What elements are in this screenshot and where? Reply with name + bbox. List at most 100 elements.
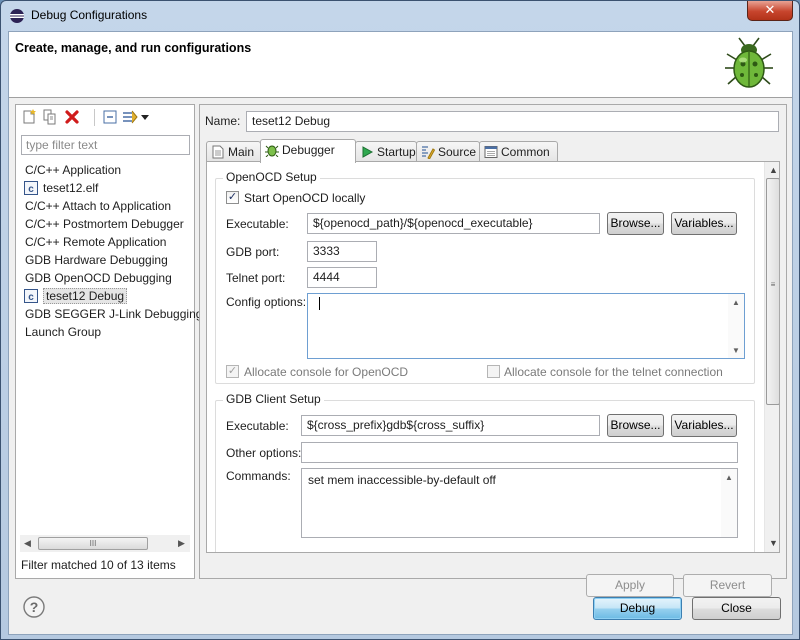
duplicate-icon[interactable] [42,109,58,125]
configuration-tree: C/C++ Application c teset12.elf C/C++ At… [20,161,202,341]
tab-label: Main [228,145,255,159]
c-file-icon: c [24,181,38,195]
eclipse-icon [10,9,24,23]
tab-label: Source [438,145,477,159]
svg-text:c: c [28,292,34,303]
scroll-thumb[interactable]: III [38,537,148,550]
tree-horizontal-scrollbar[interactable]: ◀ III ▶ [20,535,190,552]
scroll-up-icon[interactable]: ▲ [725,473,733,482]
tree-item-cpp-application[interactable]: C/C++ Application [20,161,192,179]
debug-button[interactable]: Debug [593,597,682,620]
revert-button[interactable]: Revert [683,574,772,597]
scroll-up-icon[interactable]: ▲ [732,298,740,307]
commands-value: set mem inaccessible-by-default off [308,473,496,487]
apply-button[interactable]: Apply [586,574,674,597]
text-cursor [319,297,320,310]
commands-textarea[interactable]: set mem inaccessible-by-default off ▲ [301,468,738,538]
tab-common[interactable]: Common [479,141,558,162]
tree-item-label: C/C++ Postmortem Debugger [25,217,184,231]
tree-item-label: teset12.elf [43,181,99,195]
gdb-executable-input[interactable]: ${cross_prefix}gdb${cross_suffix} [301,415,600,436]
tab-source[interactable]: Source [416,141,480,162]
tab-vertical-scrollbar[interactable]: ▲ ≡ ▼ [764,162,779,552]
chevron-down-icon[interactable] [140,109,150,125]
config-options-scrollbar[interactable]: ▲ ▼ [728,294,744,358]
openocd-executable-input[interactable]: ${openocd_path}/${openocd_executable} [307,213,600,234]
commands-scrollbar[interactable]: ▲ [721,469,737,537]
tree-item-cpp-remote[interactable]: C/C++ Remote Application [20,233,192,251]
tree-item-label: teset12 Debug [43,288,128,304]
allocate-telnet-checkbox[interactable] [487,365,500,378]
other-options-label: Other options: [226,446,302,460]
tree-item-label: C/C++ Attach to Application [25,199,172,213]
help-icon[interactable]: ? [23,596,45,618]
tab-startup[interactable]: Startup [355,141,417,162]
tab-main[interactable]: Main [206,141,261,162]
filter-configurations-icon[interactable] [122,109,138,125]
filter-input[interactable] [21,135,190,155]
delete-icon[interactable] [64,109,80,125]
window-close-button[interactable]: ✕ [747,1,793,21]
gdb-port-label: GDB port: [226,245,280,259]
scroll-down-icon[interactable]: ▼ [732,346,740,355]
title-bar[interactable]: Debug Configurations ✕ [1,1,799,31]
gdb-variables-button[interactable]: Variables... [671,414,737,437]
telnet-port-label: Telnet port: [226,271,286,285]
tree-item-cpp-attach[interactable]: C/C++ Attach to Application [20,197,192,215]
allocate-console-label: Allocate console for OpenOCD [244,365,409,379]
main-tab-icon [212,145,224,159]
tree-item-label: C/C++ Application [25,163,122,177]
debugger-tab-icon [265,145,279,157]
tab-label: Startup [377,145,416,159]
tab-debugger[interactable]: Debugger [260,139,356,163]
svg-text:c: c [28,184,34,195]
scroll-right-icon[interactable]: ▶ [178,538,185,549]
new-configuration-icon[interactable] [21,109,37,125]
group-title: GDB Client Setup [223,392,324,406]
configuration-editor: Name: teset12 Debug Main Debugger Startu… [199,104,787,597]
openocd-setup-group: OpenOCD Setup ✓ Start OpenOCD locally Ex… [215,170,755,384]
allocate-console-checkbox[interactable]: ✓ [226,365,239,378]
tree-item-launch-group[interactable]: Launch Group [20,323,192,341]
name-input[interactable]: teset12 Debug [246,111,779,132]
tree-item-teset12-debug[interactable]: c teset12 Debug [20,287,192,305]
tree-item-cpp-postmortem[interactable]: C/C++ Postmortem Debugger [20,215,192,233]
tab-label: Debugger [282,143,335,157]
scroll-down-icon[interactable]: ▼ [769,538,778,548]
openocd-variables-button[interactable]: Variables... [671,212,737,235]
openocd-browse-button[interactable]: Browse... [607,212,664,235]
configuration-tree-panel: C/C++ Application c teset12.elf C/C++ At… [15,104,202,579]
config-options-textarea[interactable]: ▲ ▼ [307,293,745,359]
scroll-left-icon[interactable]: ◀ [24,538,31,549]
gdb-executable-label: Executable: [226,419,289,433]
tree-item-gdb-segger[interactable]: GDB SEGGER J-Link Debugging [20,305,202,323]
help-glyph: ? [30,599,39,615]
telnet-port-input[interactable]: 4444 [307,267,377,288]
tree-toolbar [16,105,194,131]
collapse-all-icon[interactable] [102,109,118,125]
scroll-thumb[interactable]: ≡ [766,178,779,405]
tree-item-teset12-elf[interactable]: c teset12.elf [20,179,192,197]
config-options-label: Config options: [226,295,307,309]
tree-item-gdb-openocd[interactable]: GDB OpenOCD Debugging [20,269,192,287]
tree-item-label: GDB SEGGER J-Link Debugging [25,307,203,321]
start-openocd-checkbox[interactable]: ✓ [226,191,239,204]
start-openocd-label: Start OpenOCD locally [244,191,366,205]
tab-label: Common [501,145,550,159]
other-options-input[interactable] [301,442,738,463]
dialog-client: Create, manage, and run configurations t… [8,31,793,635]
tree-item-gdb-hardware[interactable]: GDB Hardware Debugging [20,251,192,269]
gdb-port-input[interactable]: 3333 [307,241,377,262]
gdb-browse-button[interactable]: Browse... [607,414,664,437]
group-title: OpenOCD Setup [223,170,320,184]
source-tab-icon [422,146,435,159]
scroll-up-icon[interactable]: ▲ [769,165,778,175]
gdb-client-setup-group: GDB Client Setup Executable: ${cross_pre… [215,392,755,552]
tab-bar: Main Debugger Startup Source Common [206,139,780,163]
commands-label: Commands: [226,469,291,483]
tree-item-label: C/C++ Remote Application [25,235,167,249]
startup-tab-icon [362,146,374,158]
close-button[interactable]: Close [692,597,781,620]
toolbar-separator [94,109,95,126]
tree-item-label: GDB Hardware Debugging [25,253,168,267]
